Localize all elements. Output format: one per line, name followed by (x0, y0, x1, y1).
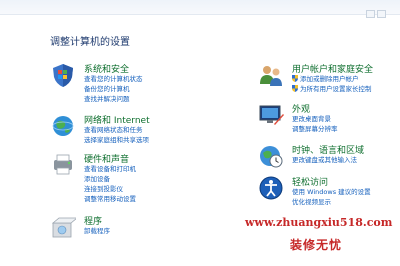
watermark-name: 装修无忧 (290, 238, 343, 252)
users-group-icon[interactable] (258, 62, 284, 88)
printer-speaker-icon[interactable] (50, 152, 76, 178)
link-homegroup-sharing[interactable]: 选择家庭组和共享选项 (84, 134, 149, 144)
uac-shield-icon (292, 85, 298, 92)
uac-shield-icon (292, 75, 298, 82)
link-add-device[interactable]: 添加设备 (84, 173, 110, 183)
link-change-desktop-background[interactable]: 更改桌面背景 (292, 113, 331, 123)
link-adjust-resolution[interactable]: 调整屏幕分辨率 (292, 123, 338, 133)
window-controls (364, 3, 394, 18)
program-install-icon[interactable] (50, 214, 76, 240)
maximize-icon[interactable] (377, 10, 386, 18)
link-windows-recommended-settings[interactable]: 使用 Windows 建议的设置 (292, 186, 371, 196)
link-devices-printers[interactable]: 查看设备和打印机 (84, 163, 136, 173)
link-connect-projector[interactable]: 连接到投影仪 (84, 183, 123, 193)
minimize-icon[interactable] (366, 10, 375, 18)
link-add-remove-accounts-label: 添加或删除用户帐户 (300, 75, 359, 83)
accessibility-icon[interactable] (258, 175, 284, 201)
link-mobility-settings[interactable]: 调整常用移动设置 (84, 193, 136, 203)
link-backup-computer[interactable]: 备份您的计算机 (84, 83, 130, 93)
link-parental-controls[interactable]: 为所有用户设置家长控制 (292, 83, 372, 93)
monitor-paint-icon[interactable] (258, 102, 284, 128)
link-uninstall-program[interactable]: 卸载程序 (84, 225, 110, 235)
link-add-remove-accounts[interactable]: 添加或删除用户帐户 (292, 73, 359, 83)
link-optimize-visual-display[interactable]: 优化视频显示 (292, 196, 331, 206)
link-view-network-status[interactable]: 查看网络状态和任务 (84, 124, 143, 134)
link-view-computer-status[interactable]: 查看您的计算机状态 (84, 73, 143, 83)
link-change-keyboard[interactable]: 更改键盘或其他输入法 (292, 154, 357, 164)
page-title: 调整计算机的设置 (50, 37, 130, 48)
shield-flag-icon[interactable] (50, 62, 76, 88)
link-parental-controls-label: 为所有用户设置家长控制 (300, 85, 372, 93)
clock-globe-icon[interactable] (258, 143, 284, 169)
globe-network-icon[interactable] (50, 113, 76, 139)
link-find-fix-problems[interactable]: 查找并解决问题 (84, 93, 130, 103)
watermark-url: www.zhuangxiu518.com (245, 216, 393, 229)
window-title-bar (0, 0, 400, 18)
